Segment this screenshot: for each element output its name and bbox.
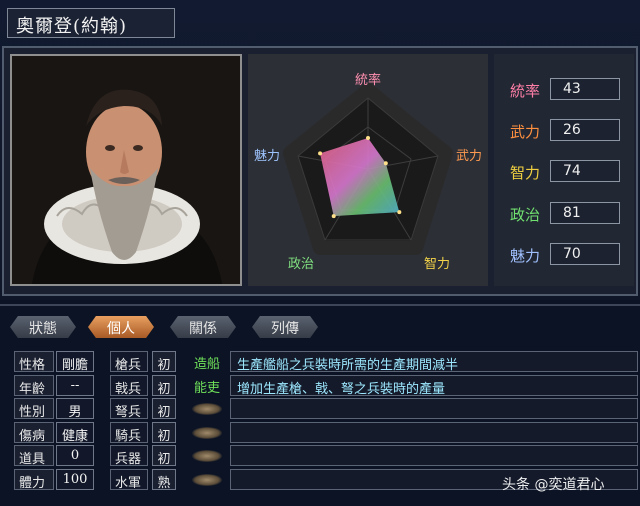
troop-aptitude-rank: 初 <box>152 398 176 420</box>
radar-chart-panel: 統率 武力 智力 政治 魅力 <box>248 54 488 286</box>
personal-field-label: 體力 <box>14 469 54 491</box>
radar-label-統率: 統率 <box>355 72 381 88</box>
stat-value: 26 <box>550 119 620 141</box>
personal-field-value: 0 <box>56 445 94 466</box>
stat-label: 魅力 <box>510 247 541 265</box>
personal-field-label: 道具 <box>14 445 54 467</box>
stat-value: 70 <box>550 243 620 265</box>
skill-description <box>230 445 638 466</box>
radar-label-武力: 武力 <box>456 149 482 164</box>
stat-row-魅力: 魅力 70 <box>494 241 634 269</box>
watermark: 头条 @奕道君心 <box>502 477 605 493</box>
tab-personal[interactable]: 個人 <box>88 316 154 338</box>
stat-label: 智力 <box>510 164 541 182</box>
skill-description <box>230 398 638 419</box>
troop-aptitude-label: 水軍 <box>110 469 148 491</box>
stat-row-統率: 統率 43 <box>494 76 634 104</box>
troop-aptitude-label: 兵器 <box>110 445 148 467</box>
troop-aptitude-label: 戟兵 <box>110 375 148 397</box>
skill-description: 增加生產槍、戟、弩之兵裝時的產量 <box>230 375 638 397</box>
personal-field-label: 性格 <box>14 351 54 373</box>
personal-field-label: 傷病 <box>14 422 54 444</box>
character-portrait <box>10 54 242 286</box>
radar-label-政治: 政治 <box>288 257 314 272</box>
stat-row-武力: 武力 26 <box>494 117 634 145</box>
skill-name[interactable]: 造船 <box>190 351 230 372</box>
stat-label: 政治 <box>510 206 541 224</box>
troop-aptitude-label: 槍兵 <box>110 351 148 373</box>
radar-vertex-智力 <box>397 210 402 215</box>
radar-vertex-魅力 <box>318 151 323 156</box>
empty-skill-slot[interactable] <box>192 450 222 462</box>
radar-label-智力: 智力 <box>424 257 450 272</box>
troop-aptitude-rank: 初 <box>152 351 176 373</box>
troop-aptitude-label: 弩兵 <box>110 398 148 420</box>
radar-vertex-統率 <box>366 136 370 141</box>
troop-aptitude-label: 騎兵 <box>110 422 148 444</box>
stat-row-智力: 智力 74 <box>494 158 634 186</box>
empty-skill-slot[interactable] <box>192 474 222 486</box>
troop-aptitude-rank: 初 <box>152 375 176 397</box>
radar-vertex-政治 <box>331 214 336 219</box>
empty-skill-slot[interactable] <box>192 427 222 439</box>
personal-field-value: 100 <box>56 469 94 490</box>
personal-field-value: 剛膽 <box>56 351 94 373</box>
skill-name[interactable]: 能吏 <box>190 375 230 396</box>
troop-aptitude-rank: 熟 <box>152 469 176 491</box>
stat-row-政治: 政治 81 <box>494 200 634 228</box>
skill-description: 生產艦船之兵裝時所需的生產期間減半 <box>230 351 638 373</box>
empty-skill-slot[interactable] <box>192 403 222 415</box>
personal-field-value: 健康 <box>56 422 94 444</box>
character-name: 奧爾登(約翰) <box>7 8 175 38</box>
personal-field-label: 性別 <box>14 398 54 420</box>
tab-relations[interactable]: 關係 <box>170 316 236 338</box>
troop-aptitude-rank: 初 <box>152 422 176 444</box>
stat-value: 81 <box>550 202 620 224</box>
stat-value: 74 <box>550 160 620 182</box>
stat-label: 武力 <box>510 123 541 141</box>
skill-description <box>230 422 638 443</box>
troop-aptitude-rank: 初 <box>152 445 176 467</box>
personal-field-value: -- <box>56 375 94 396</box>
radar-vertex-武力 <box>383 161 388 166</box>
stat-list: 統率 43 武力 26 智力 74 政治 81 魅力 70 <box>494 54 634 286</box>
radar-chart: 統率 武力 智力 政治 魅力 <box>254 72 482 272</box>
radar-label-魅力: 魅力 <box>254 149 280 164</box>
stat-value: 43 <box>550 78 620 100</box>
personal-field-label: 年齡 <box>14 375 54 397</box>
stat-label: 統率 <box>510 82 541 100</box>
personal-field-value: 男 <box>56 398 94 420</box>
tab-status[interactable]: 狀態 <box>10 316 76 338</box>
tab-biography[interactable]: 列傳 <box>252 316 318 338</box>
